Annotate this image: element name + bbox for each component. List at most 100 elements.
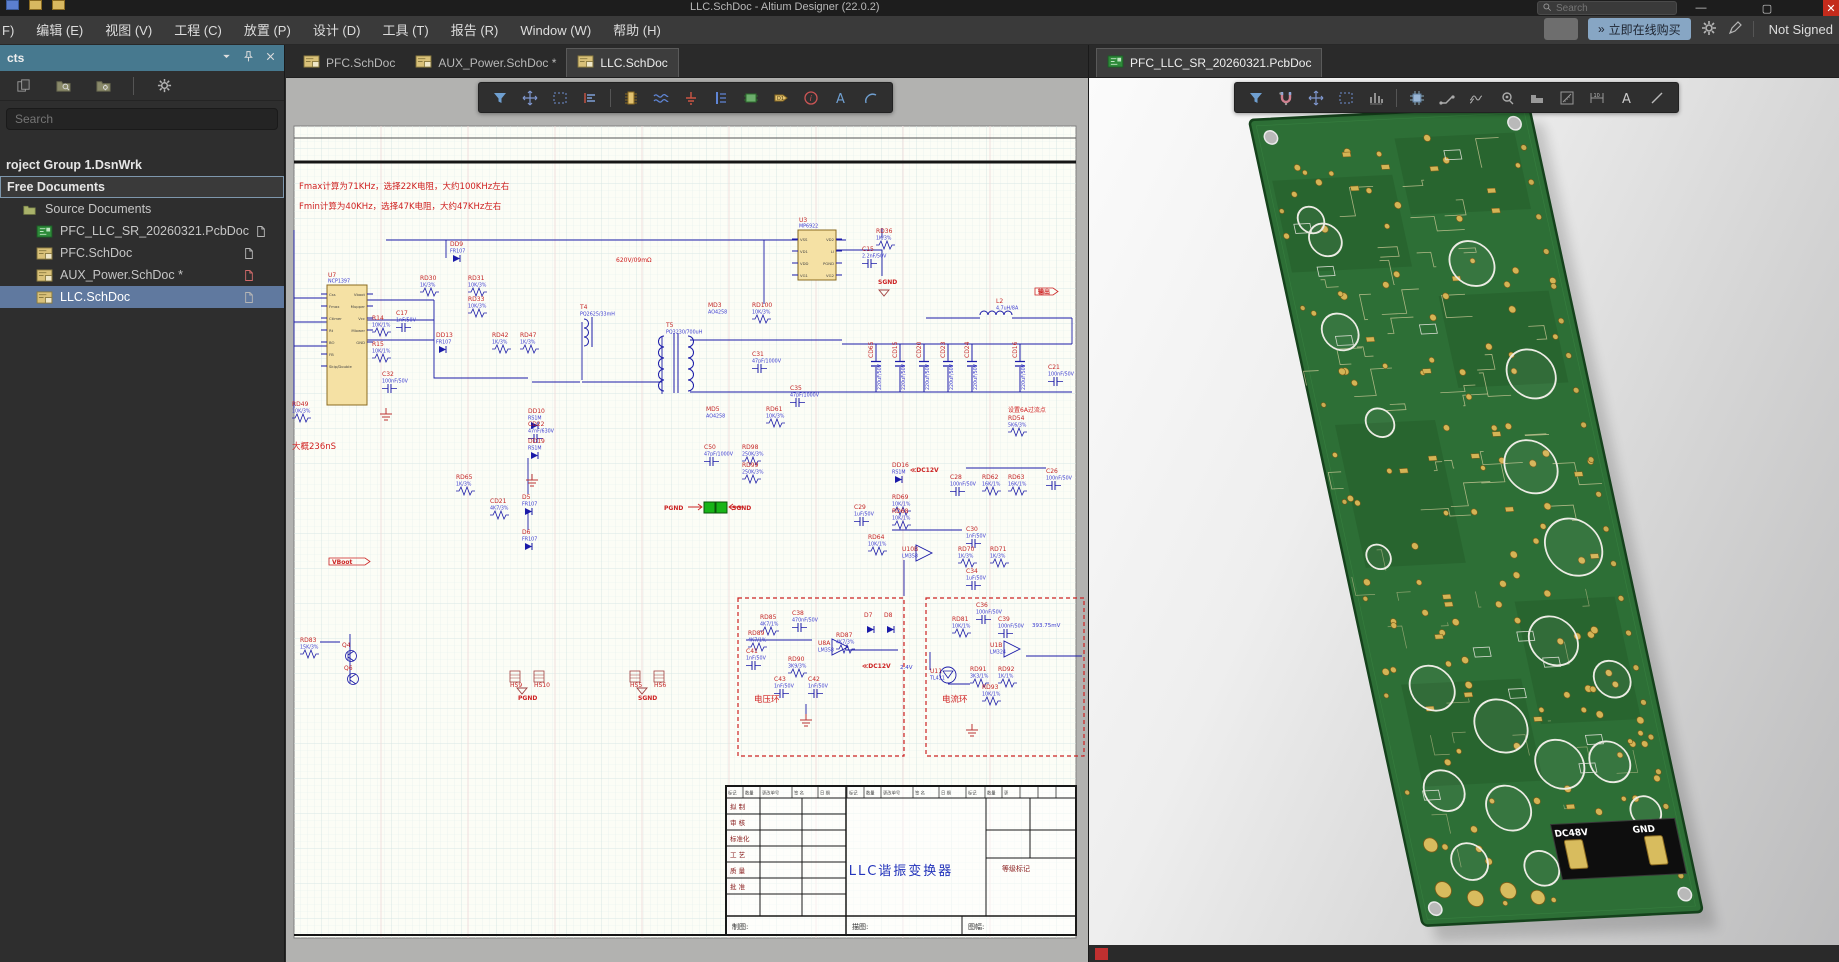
close-button[interactable]: ✕ — [1823, 0, 1839, 16]
filter-icon[interactable] — [1243, 86, 1269, 110]
tab-pcbdoc[interactable]: PFC_LLC_SR_20260321.PcbDoc — [1096, 48, 1322, 77]
quick-access-toolbar[interactable] — [6, 0, 65, 10]
sign-in-status[interactable]: Not Signed — [1764, 22, 1833, 37]
place-via-icon[interactable] — [1494, 86, 1520, 110]
select-area-icon[interactable] — [1333, 86, 1359, 110]
svg-text:数量: 数量 — [866, 790, 875, 797]
svg-text:393.75mV: 393.75mV — [1032, 623, 1061, 629]
svg-text:10K/1%: 10K/1% — [892, 502, 911, 508]
svg-text:1K/3%: 1K/3% — [456, 482, 472, 488]
chevron-down-icon[interactable] — [220, 50, 233, 66]
place-gnd-icon[interactable] — [678, 86, 704, 110]
open-icon[interactable] — [29, 0, 42, 10]
tree-item-PFC_LLC_SR_20260321.PcbDoc[interactable]: PFC_LLC_SR_20260321.PcbDoc — [0, 220, 284, 242]
gear-icon[interactable] — [151, 74, 177, 98]
tree-item-Source-Documents[interactable]: Source Documents — [0, 198, 284, 220]
global-search-box[interactable] — [1537, 1, 1677, 15]
place-component-icon[interactable] — [1404, 86, 1430, 110]
place-port-icon[interactable]: D1 — [768, 86, 794, 110]
align-icon[interactable] — [577, 86, 603, 110]
svg-text:1nF/50V: 1nF/50V — [396, 318, 417, 324]
place-dimension-icon[interactable]: 10 — [1584, 86, 1610, 110]
svg-text:PQ2625/33mH: PQ2625/33mH — [580, 312, 615, 318]
global-search-input[interactable] — [1556, 3, 1656, 14]
no-erc-icon[interactable]: i — [798, 86, 824, 110]
menu-item-7[interactable]: 报告 (R) — [440, 23, 510, 38]
open-project-icon[interactable] — [52, 0, 65, 10]
svg-text:16K/1%: 16K/1% — [1008, 482, 1027, 488]
tree-item-PFC.SchDoc[interactable]: PFC.SchDoc — [0, 242, 284, 264]
tab-PFC.SchDoc[interactable]: PFC.SchDoc — [293, 48, 405, 77]
place-line-icon[interactable] — [1644, 86, 1670, 110]
filter-icon[interactable] — [487, 86, 513, 110]
place-polygon-icon[interactable] — [1524, 86, 1550, 110]
menu-item-6[interactable]: 工具 (T) — [371, 23, 439, 38]
place-arc-icon[interactable] — [858, 86, 884, 110]
svg-text:RS1M: RS1M — [528, 446, 542, 452]
pcb-3d-board[interactable]: DC48VGND — [1089, 78, 1839, 962]
docs-icon[interactable] — [10, 74, 36, 98]
menu-item-8[interactable]: Window (W) — [509, 23, 602, 38]
menu-item-5[interactable]: 设计 (D) — [302, 23, 372, 38]
svg-text:Ctimer: Ctimer — [329, 316, 342, 321]
snap-icon[interactable] — [1273, 86, 1299, 110]
buy-online-button[interactable]: »立即在线购买 — [1588, 18, 1691, 40]
tree-item-Free-Documents[interactable]: Free Documents — [0, 176, 284, 198]
move-icon[interactable] — [517, 86, 543, 110]
measure-icon[interactable] — [1554, 86, 1580, 110]
svg-text:RD64: RD64 — [868, 534, 885, 541]
svg-text:47pF/1000V: 47pF/1000V — [752, 359, 782, 365]
svg-text:VD2: VD2 — [826, 237, 835, 242]
place-power-port-icon[interactable] — [708, 86, 734, 110]
pcb-board[interactable]: DC48VGND — [1249, 106, 1703, 926]
save-icon[interactable] — [6, 0, 19, 10]
svg-text:拟 制: 拟 制 — [730, 802, 746, 811]
svg-text:HS6: HS6 — [654, 682, 666, 689]
svg-text:Skip/Double: Skip/Double — [329, 364, 352, 369]
menu-item-3[interactable]: 工程 (C) — [163, 23, 233, 38]
select-area-icon[interactable] — [547, 86, 573, 110]
place-part-icon[interactable] — [618, 86, 644, 110]
pin-icon[interactable] — [242, 50, 255, 66]
projects-search-input[interactable] — [15, 112, 269, 126]
route-diff-icon[interactable] — [1464, 86, 1490, 110]
move-icon[interactable] — [1303, 86, 1329, 110]
maximize-button[interactable]: ▢ — [1752, 0, 1782, 16]
menu-item-9[interactable]: 帮助 (H) — [602, 23, 672, 38]
svg-text:R14: R14 — [372, 315, 384, 322]
settings-button[interactable] — [1701, 18, 1717, 40]
customize-button[interactable] — [1727, 18, 1743, 40]
schematic-drawing[interactable]: DD9FR107RD301K/3%RD3110K/3%RD3310K/3%C17… — [286, 78, 1088, 962]
close-icon[interactable] — [264, 50, 277, 66]
svg-text:RD99: RD99 — [742, 462, 759, 469]
menu-item-1[interactable]: 编辑 (E) — [25, 23, 94, 38]
svg-text:质 量: 质 量 — [730, 866, 746, 875]
schematic-canvas[interactable]: DD9FR107RD301K/3%RD3110K/3%RD3310K/3%C17… — [286, 78, 1088, 962]
place-text-icon[interactable]: A — [828, 86, 854, 110]
tree-item-AUX_Power.SchDoc-[interactable]: AUX_Power.SchDoc * — [0, 264, 284, 286]
menu-item-4[interactable]: 放置 (P) — [233, 23, 302, 38]
layer-stack-icon[interactable] — [1363, 86, 1389, 110]
menu-item-2[interactable]: 视图 (V) — [94, 23, 163, 38]
tab-AUX_Power.SchDoc-[interactable]: AUX_Power.SchDoc * — [405, 48, 566, 77]
route-icon[interactable] — [1434, 86, 1460, 110]
projects-panel-header[interactable]: cts — [0, 45, 284, 71]
place-sheet-icon[interactable] — [738, 86, 764, 110]
minimize-button[interactable]: — — [1686, 0, 1716, 16]
place-string-icon[interactable]: A — [1614, 86, 1640, 110]
tree-item-LLC.SchDoc[interactable]: LLC.SchDoc — [0, 286, 284, 308]
feedback-button[interactable] — [1544, 18, 1578, 40]
place-wire-icon[interactable] — [648, 86, 674, 110]
projects-search-box[interactable] — [6, 108, 278, 130]
svg-text:1K/3%: 1K/3% — [492, 340, 508, 346]
folder-search-icon[interactable] — [50, 74, 76, 98]
svg-text:RD69: RD69 — [892, 494, 909, 501]
folder-gear-icon[interactable] — [90, 74, 116, 98]
pcb-3d-canvas[interactable]: DC48VGND 10A — [1089, 78, 1839, 962]
svg-text:PGND: PGND — [518, 695, 537, 702]
tab-LLC.SchDoc[interactable]: LLC.SchDoc — [566, 48, 678, 77]
tree-item-roject-Group-1.DsnWrk[interactable]: roject Group 1.DsnWrk — [0, 154, 284, 176]
layer-indicator[interactable] — [1095, 948, 1108, 960]
menu-item-0[interactable]: F) — [0, 23, 25, 38]
svg-text:100nF/50V: 100nF/50V — [1046, 476, 1073, 482]
